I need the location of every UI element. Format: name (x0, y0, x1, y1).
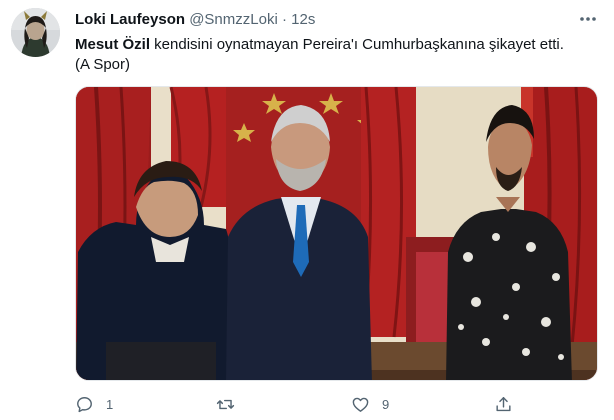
reply-icon (77, 396, 92, 412)
tweet-text-body: kendisini oynatmayan Pereira'ı Cumhurbaş… (150, 36, 564, 53)
author-name[interactable]: Loki Laufeyson (75, 11, 185, 28)
avatar-image (11, 8, 60, 57)
tweet-photo[interactable] (75, 86, 598, 381)
reply-button[interactable]: 1 (75, 393, 113, 415)
tweet-text-source: (A Spor) (75, 56, 131, 73)
timestamp[interactable]: 12s (291, 11, 315, 28)
share-icon (496, 396, 511, 411)
separator-dot: · (281, 11, 287, 28)
tweet-text-bold: Mesut Özil (75, 36, 151, 53)
author-handle[interactable]: @SnmzzLoki (189, 11, 278, 28)
retweet-icon (216, 399, 235, 409)
more-options-icon (580, 17, 596, 21)
tweet-text: Mesut Özil kendisini oynatmayan Pereira'… (75, 35, 595, 75)
tweet-actions: 1 9 (75, 393, 535, 417)
heart-icon (352, 397, 369, 412)
tweet[interactable]: Loki Laufeyson @SnmzzLoki · 12s Mesut Öz… (0, 0, 614, 420)
avatar[interactable] (11, 8, 60, 57)
retweet-button[interactable] (216, 393, 247, 415)
like-button[interactable]: 9 (351, 393, 389, 415)
like-count: 9 (382, 396, 390, 412)
tweet-header: Loki Laufeyson @SnmzzLoki · 12s (75, 11, 315, 29)
share-button[interactable] (494, 393, 513, 415)
photo-image (76, 87, 597, 380)
more-options-button[interactable] (574, 9, 602, 29)
reply-count: 1 (106, 396, 114, 412)
